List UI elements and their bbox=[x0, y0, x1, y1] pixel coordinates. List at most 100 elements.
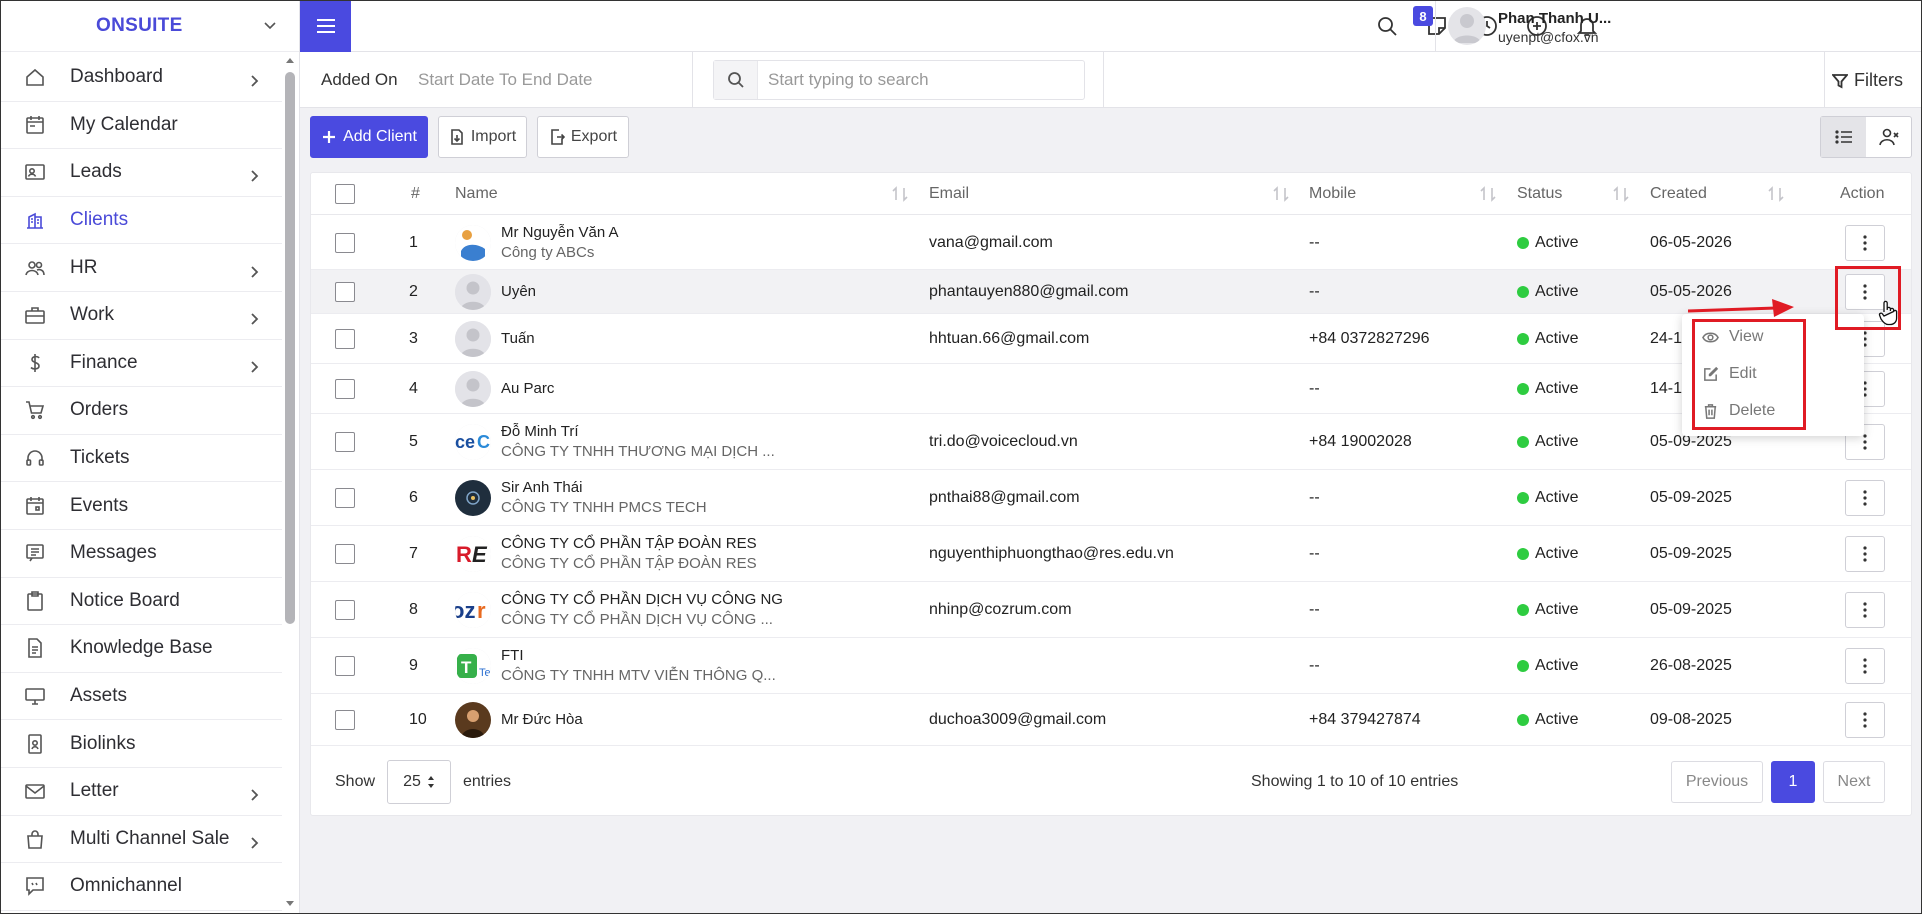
row-action-button[interactable] bbox=[1845, 480, 1885, 516]
table-row[interactable]: 2 Uyên phantauyen880@gmail.com -- Active 05-0… bbox=[311, 270, 1911, 314]
row-checkbox[interactable] bbox=[335, 233, 355, 253]
row-checkbox[interactable] bbox=[335, 379, 355, 399]
status-badge: Active bbox=[1517, 657, 1579, 675]
brand-header[interactable]: ONSUITE bbox=[0, 0, 299, 52]
sidebar-item-my-calendar[interactable]: My Calendar bbox=[0, 102, 282, 150]
sidebar-item-clients[interactable]: Clients bbox=[0, 197, 282, 245]
row-checkbox[interactable] bbox=[335, 282, 355, 302]
column-header-mobile[interactable]: Mobile bbox=[1309, 185, 1356, 203]
sort-icon[interactable] bbox=[1767, 186, 1785, 202]
previous-page-button[interactable]: Previous bbox=[1671, 761, 1763, 803]
next-page-button[interactable]: Next bbox=[1823, 761, 1885, 803]
row-checkbox[interactable] bbox=[335, 656, 355, 676]
client-name[interactable]: Uyên bbox=[501, 283, 536, 300]
status-badge: Active bbox=[1517, 234, 1579, 252]
table-row[interactable]: 1 Mr Nguyễn Văn A Công ty ABCs vana@gmail.c… bbox=[311, 216, 1911, 270]
table-row[interactable]: 5 ce C Đỗ Minh Trí CÔNG TY TNHH THƯƠNG MẠI D… bbox=[311, 414, 1911, 470]
list-icon bbox=[1834, 130, 1852, 144]
user-view-button[interactable] bbox=[1866, 117, 1911, 157]
column-header-created[interactable]: Created bbox=[1650, 185, 1707, 203]
row-checkbox[interactable] bbox=[335, 544, 355, 564]
sidebar-item-multi-channel-sale[interactable]: Multi Channel Sale bbox=[0, 816, 282, 864]
sidebar-item-letter[interactable]: Letter bbox=[0, 768, 282, 816]
search-input[interactable] bbox=[758, 70, 1058, 90]
row-action-button[interactable] bbox=[1845, 536, 1885, 572]
menu-toggle-button[interactable] bbox=[300, 0, 351, 52]
export-button[interactable]: Export bbox=[537, 116, 629, 158]
row-checkbox[interactable] bbox=[335, 329, 355, 349]
sort-icon[interactable] bbox=[891, 186, 909, 202]
column-header-status[interactable]: Status bbox=[1517, 185, 1562, 203]
sidebar-item-biolinks[interactable]: Biolinks bbox=[0, 720, 282, 768]
column-header-email[interactable]: Email bbox=[929, 185, 969, 203]
sidebar-scroll-thumb[interactable] bbox=[285, 72, 295, 624]
row-action-button[interactable] bbox=[1845, 648, 1885, 684]
user-avatar[interactable] bbox=[1448, 7, 1486, 45]
client-name[interactable]: FTI bbox=[501, 647, 524, 664]
client-mobile: -- bbox=[1309, 657, 1320, 674]
column-header-name[interactable]: Name bbox=[455, 185, 498, 203]
page-size-select[interactable]: 25 bbox=[387, 760, 451, 804]
sidebar-item-notice-board[interactable]: Notice Board bbox=[0, 578, 282, 626]
page-1-button[interactable]: 1 bbox=[1771, 761, 1815, 803]
sidebar-item-leads[interactable]: Leads bbox=[0, 149, 282, 197]
scroll-up-icon[interactable] bbox=[285, 56, 295, 66]
sidebar-item-knowledge-base[interactable]: Knowledge Base bbox=[0, 625, 282, 673]
list-view-button[interactable] bbox=[1821, 117, 1866, 157]
filters-button[interactable]: Filters bbox=[1832, 70, 1903, 91]
client-name[interactable]: CÔNG TY CỔ PHẦN TẬP ĐOÀN RES bbox=[501, 535, 757, 552]
sidebar-item-assets[interactable]: Assets bbox=[0, 673, 282, 721]
client-email: pnthai88@gmail.com bbox=[929, 489, 1080, 506]
client-name[interactable]: Sir Anh Thái bbox=[501, 479, 582, 496]
sidebar-item-orders[interactable]: Orders bbox=[0, 387, 282, 435]
scroll-down-icon[interactable] bbox=[285, 898, 295, 908]
select-all-checkbox[interactable] bbox=[335, 184, 355, 204]
sort-icon[interactable] bbox=[1479, 186, 1497, 202]
import-button[interactable]: Import bbox=[438, 116, 527, 158]
table-row[interactable]: 10 Mr Đức Hòa duchoa3009@gmail.com +84 3794… bbox=[311, 694, 1911, 746]
row-action-button[interactable] bbox=[1845, 702, 1885, 738]
table-row[interactable]: 9 T Te FTI CÔNG TY TNHH MTV VIỄN THÔNG Q... -… bbox=[311, 638, 1911, 694]
sidebar-item-label: Leads bbox=[70, 161, 122, 183]
status-label: Active bbox=[1535, 380, 1579, 397]
table-row[interactable]: 4 Au Parc -- Active 14-1 bbox=[311, 364, 1911, 414]
status-dot bbox=[1517, 660, 1529, 672]
row-action-button[interactable] bbox=[1845, 592, 1885, 628]
client-name[interactable]: Đỗ Minh Trí bbox=[501, 423, 579, 440]
sidebar-item-events[interactable]: Events bbox=[0, 482, 282, 530]
row-number: 10 bbox=[409, 711, 427, 728]
chevron-right-icon bbox=[248, 309, 260, 325]
file-export-icon bbox=[551, 129, 565, 145]
row-action-button[interactable] bbox=[1845, 225, 1885, 261]
user-name[interactable]: Phan Thanh U... bbox=[1498, 10, 1611, 27]
row-checkbox[interactable] bbox=[335, 600, 355, 620]
sidebar-item-dashboard[interactable]: Dashboard bbox=[0, 54, 282, 102]
row-checkbox[interactable] bbox=[335, 432, 355, 452]
client-name[interactable]: Mr Nguyễn Văn A bbox=[501, 224, 619, 241]
client-name[interactable]: CÔNG TY CỔ PHẦN DỊCH VỤ CÔNG NG bbox=[501, 591, 783, 608]
table-row[interactable]: 7 R E CÔNG TY CỔ PHẦN TẬP ĐOÀN RES CÔNG TY C… bbox=[311, 526, 1911, 582]
row-checkbox[interactable] bbox=[335, 488, 355, 508]
table-row[interactable]: 8 oz r CÔNG TY CỔ PHẦN DỊCH VỤ CÔNG NG CÔNG … bbox=[311, 582, 1911, 638]
status-label: Active bbox=[1535, 234, 1579, 251]
sidebar-item-work[interactable]: Work bbox=[0, 292, 282, 340]
table-row[interactable]: 6 Sir Anh Thái CÔNG TY TNHH PMCS TECH pntha… bbox=[311, 470, 1911, 526]
row-checkbox[interactable] bbox=[335, 710, 355, 730]
search-icon[interactable] bbox=[1375, 14, 1399, 38]
sidebar-item-finance[interactable]: Finance bbox=[0, 340, 282, 388]
chevron-down-icon[interactable] bbox=[263, 19, 277, 33]
sort-icon[interactable] bbox=[1612, 186, 1630, 202]
client-name[interactable]: Au Parc bbox=[501, 380, 554, 397]
sidebar-item-messages[interactable]: Messages bbox=[0, 530, 282, 578]
add-client-button[interactable]: Add Client bbox=[310, 116, 428, 158]
client-name[interactable]: Tuấn bbox=[501, 330, 535, 347]
table-row[interactable]: 3 Tuấn hhtuan.66@gmail.com +84 0372827296 Ac… bbox=[311, 314, 1911, 364]
envelope-icon bbox=[24, 780, 46, 802]
sidebar-item-omnichannel[interactable]: Omnichannel bbox=[0, 863, 282, 911]
sort-icon[interactable] bbox=[1272, 186, 1290, 202]
client-name[interactable]: Mr Đức Hòa bbox=[501, 711, 583, 728]
sidebar-item-hr[interactable]: HR bbox=[0, 244, 282, 292]
date-range-picker[interactable]: Start Date To End Date bbox=[418, 70, 593, 90]
calendar-icon bbox=[24, 114, 46, 136]
sidebar-item-tickets[interactable]: Tickets bbox=[0, 435, 282, 483]
